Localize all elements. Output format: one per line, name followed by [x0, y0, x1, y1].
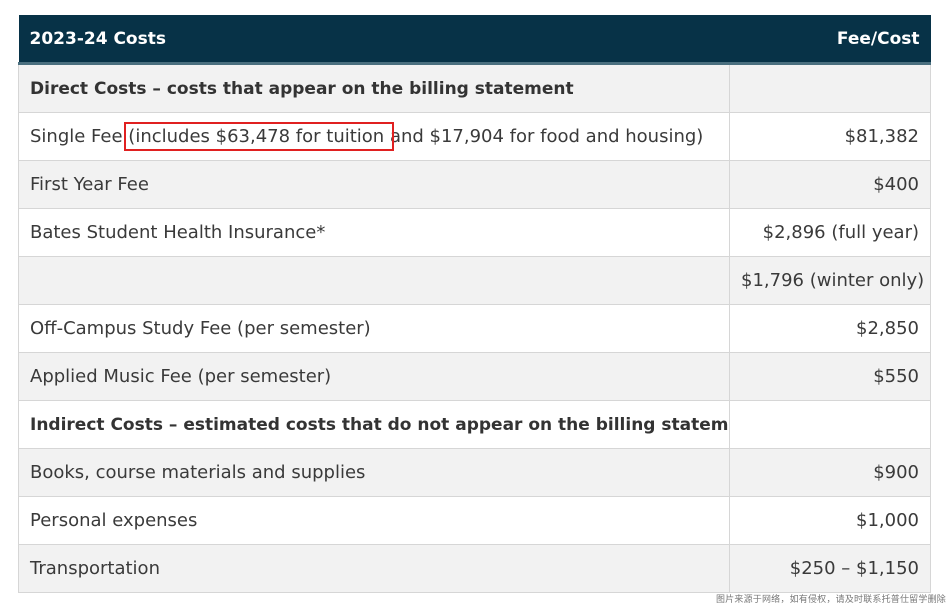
- table-row: Applied Music Fee (per semester) $550: [18, 352, 931, 401]
- row-amount: $1,000: [729, 496, 931, 545]
- row-label: [18, 256, 730, 305]
- watermark-text: 图片来源于网络，如有侵权，请及时联系托普仕留学删除: [715, 595, 946, 605]
- row-label: Single Fee (includes $63,478 for tuition…: [18, 112, 730, 161]
- table-row: Single Fee (includes $63,478 for tuition…: [18, 112, 931, 161]
- table-header-row: 2023-24 Costs Fee/Cost: [18, 15, 931, 65]
- food-housing-text: and $17,904 for food and housing): [389, 126, 704, 147]
- table-row: $1,796 (winter only): [18, 256, 931, 305]
- row-label: Personal expenses: [18, 496, 730, 545]
- table-row: First Year Fee $400: [18, 160, 931, 209]
- row-amount: $2,850: [729, 304, 931, 353]
- section-direct-costs: Direct Costs – costs that appear on the …: [18, 63, 730, 113]
- row-amount: [729, 63, 931, 113]
- row-amount: $550: [729, 352, 931, 401]
- row-label: Off-Campus Study Fee (per semester): [18, 304, 730, 353]
- row-amount: $250 – $1,150: [729, 544, 931, 593]
- section-indirect-costs: Indirect Costs – estimated costs that do…: [18, 400, 730, 449]
- table-row: Personal expenses $1,000: [18, 496, 931, 545]
- costs-table: 2023-24 Costs Fee/Cost Direct Costs – co…: [18, 15, 931, 593]
- table-row: Transportation $250 – $1,150: [18, 544, 931, 593]
- tuition-highlight: (includes $63,478 for tuition: [124, 122, 394, 151]
- row-label: Books, course materials and supplies: [18, 448, 730, 497]
- table-row: Books, course materials and supplies $90…: [18, 448, 931, 497]
- row-label: Bates Student Health Insurance*: [18, 208, 730, 257]
- row-amount: $900: [729, 448, 931, 497]
- row-amount: $2,896 (full year): [729, 208, 931, 257]
- row-amount: $81,382: [729, 112, 931, 161]
- row-amount: [729, 400, 931, 449]
- row-label: First Year Fee: [18, 160, 730, 209]
- table-row: Direct Costs – costs that appear on the …: [18, 63, 931, 113]
- table-row: Off-Campus Study Fee (per semester) $2,8…: [18, 304, 931, 353]
- row-label: Applied Music Fee (per semester): [18, 352, 730, 401]
- header-fee-cost: Fee/Cost: [729, 15, 931, 65]
- row-amount: $400: [729, 160, 931, 209]
- row-label: Transportation: [18, 544, 730, 593]
- single-fee-label: Single Fee: [30, 126, 129, 147]
- table-row: Bates Student Health Insurance* $2,896 (…: [18, 208, 931, 257]
- table-row: Indirect Costs – estimated costs that do…: [18, 400, 931, 449]
- row-amount: $1,796 (winter only): [729, 256, 931, 305]
- header-costs: 2023-24 Costs: [18, 15, 730, 65]
